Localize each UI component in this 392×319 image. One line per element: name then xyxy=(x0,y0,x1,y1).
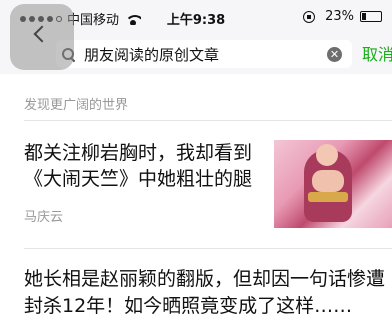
clear-icon[interactable]: ✕ xyxy=(327,47,342,62)
section-label: 发现更广阔的世界 xyxy=(24,98,129,113)
battery-percent: 23% xyxy=(325,9,354,24)
article-source: 马庆云 xyxy=(24,210,64,225)
search-input[interactable]: 朋友阅读的原创文章 ✕ xyxy=(56,40,352,68)
search-query[interactable]: 朋友阅读的原创文章 xyxy=(84,44,219,65)
article-title-line: 都关注柳岩胸时，我却看到 xyxy=(24,142,253,164)
thumbnail-image[interactable] xyxy=(274,140,392,228)
thumbnail-skin xyxy=(312,170,344,192)
thumbnail-face xyxy=(316,144,338,166)
article-title-line: 封杀12年！如今晒照竟变成了这样…… xyxy=(24,295,353,317)
back-icon xyxy=(30,24,54,48)
article-title[interactable]: 都关注柳岩胸时，我却看到 《大闹天竺》中她粗壮的腿 xyxy=(24,140,264,192)
article-title-line: 她长相是赵丽颖的翻版，但却因一句话惨遭 xyxy=(24,268,386,290)
battery-icon xyxy=(360,11,382,22)
rotation-lock-icon xyxy=(303,10,316,23)
cancel-button[interactable]: 取消 xyxy=(362,41,392,65)
divider xyxy=(24,120,392,121)
article-title[interactable]: 她长相是赵丽颖的翻版，但却因一句话惨遭 封杀12年！如今晒照竟变成了这样…… xyxy=(24,266,392,319)
divider xyxy=(24,248,392,249)
battery-fill xyxy=(362,13,366,20)
back-button[interactable] xyxy=(10,4,74,70)
thumbnail-ornament xyxy=(308,192,348,202)
status-right: 23% xyxy=(303,9,382,24)
article-title-line: 《大闹天竺》中她粗壮的腿 xyxy=(24,168,253,190)
